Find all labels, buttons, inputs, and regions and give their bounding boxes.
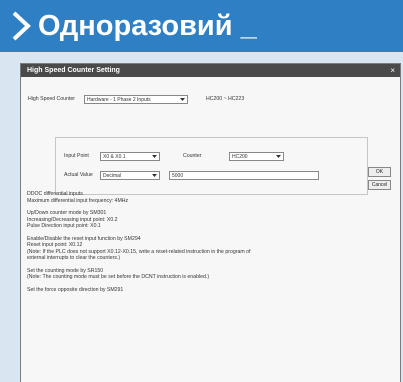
chevron-down-icon [180, 98, 185, 101]
input-point-value: X0 & X0.1 [103, 154, 126, 160]
hsc-setting-dialog: High Speed Counter Setting × High Speed … [20, 63, 401, 382]
input-point-label: Input Point [64, 153, 89, 159]
counter-value: HC200 [232, 154, 248, 160]
chevron-right-icon [12, 11, 31, 41]
hsc-type-value: Hardware - 1 Phase 2 Inputs [87, 97, 151, 103]
input-point-select[interactable]: X0 & X0.1 [100, 152, 160, 161]
title-banner: Одноразовий _ [0, 0, 403, 52]
counter-settings-group [55, 137, 368, 195]
hsc-range: HC200 ~ HC223 [206, 96, 245, 102]
actual-value-format-select[interactable]: Decimal [100, 171, 160, 180]
description-text: DDOC differential inputs Maximum differe… [27, 191, 387, 293]
dialog-content: High Speed Counter Hardware - 1 Phase 2 … [21, 77, 400, 382]
hsc-label: High Speed Counter [28, 96, 76, 102]
counter-label: Counter [183, 153, 202, 159]
cancel-button[interactable]: Cancel [368, 180, 391, 190]
chevron-down-icon [276, 155, 281, 158]
close-icon[interactable]: × [390, 64, 395, 77]
counter-select[interactable]: HC200 [229, 152, 284, 161]
ok-button[interactable]: OK [368, 167, 391, 177]
actual-value-input-value: 5000 [172, 173, 184, 179]
banner-title: Одноразовий _ [38, 10, 257, 42]
actual-value-label: Actual Value [64, 172, 93, 178]
actual-value-input[interactable]: 5000 [169, 171, 319, 180]
hsc-type-select[interactable]: Hardware - 1 Phase 2 Inputs [84, 95, 188, 104]
dialog-titlebar: High Speed Counter Setting × [21, 64, 400, 77]
actual-value-format: Decimal [103, 173, 122, 179]
description-line: Set the force opposite direction by SM29… [27, 286, 124, 293]
chevron-down-icon [152, 174, 157, 177]
chevron-down-icon [152, 155, 157, 158]
dialog-title: High Speed Counter Setting [27, 67, 120, 74]
